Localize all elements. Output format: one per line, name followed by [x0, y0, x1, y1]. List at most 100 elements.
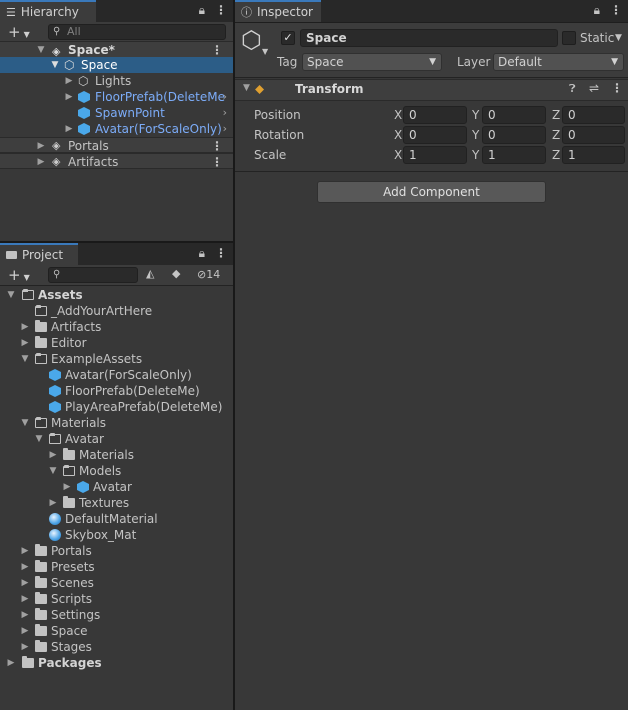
project-item-models[interactable]: ▼ Models	[0, 463, 233, 479]
more-options-icon[interactable]: ⋮	[215, 3, 227, 18]
project-item-floorprefab[interactable]: FloorPrefab(DeleteMe)	[0, 383, 233, 399]
position-z-field[interactable]: 0	[562, 106, 625, 124]
hierarchy-item-spawnpoint[interactable]: SpawnPoint ›	[0, 105, 233, 121]
expand-arrow-icon[interactable]: ▼	[48, 463, 58, 479]
expand-arrow-icon[interactable]: ▼	[50, 57, 60, 73]
component-menu-icon[interactable]: ⋮	[611, 81, 623, 95]
expand-arrow-icon[interactable]: ▶	[36, 154, 46, 170]
tab-hierarchy[interactable]: ☰ Hierarchy	[0, 0, 96, 22]
lock-icon[interactable]: 🔒︎	[199, 3, 205, 18]
project-item-materials-avatar[interactable]: ▼ Avatar	[0, 431, 233, 447]
icon-dropdown-arrow[interactable]: ▼	[262, 47, 268, 56]
project-item-settings[interactable]: ▶ Settings	[0, 607, 233, 623]
chevron-right-icon[interactable]: ›	[223, 89, 227, 105]
expand-arrow-icon[interactable]: ▶	[20, 335, 30, 351]
lock-icon[interactable]: 🔒︎	[199, 246, 205, 261]
project-item-textures[interactable]: ▶ Textures	[0, 495, 233, 511]
project-item-avatar-prefab[interactable]: Avatar(ForScaleOnly)	[0, 367, 233, 383]
rotation-z-field[interactable]: 0	[562, 126, 625, 144]
expand-arrow-icon[interactable]: ▶	[64, 89, 74, 105]
rotation-y-field[interactable]: 0	[482, 126, 546, 144]
expand-arrow-icon[interactable]: ▶	[48, 447, 58, 463]
hierarchy-item-floorprefab[interactable]: ▶ FloorPrefab(DeleteMe ›	[0, 89, 233, 105]
axis-x-label[interactable]: X	[394, 108, 402, 122]
project-item-packages[interactable]: ▶ Packages	[0, 655, 233, 671]
expand-arrow-icon[interactable]: ▶	[20, 319, 30, 335]
project-search-input[interactable]: ⚲	[48, 267, 138, 283]
scene-row-artifacts[interactable]: ▶ ◈ Artifacts ⋮	[0, 153, 233, 169]
axis-y-label[interactable]: Y	[472, 128, 479, 142]
scale-z-field[interactable]: 1	[562, 146, 625, 164]
chevron-right-icon[interactable]: ›	[223, 105, 227, 121]
filter-by-type-icon[interactable]: ◭	[146, 267, 154, 280]
hierarchy-item-space[interactable]: ▼ ⬡ Space	[0, 57, 233, 73]
axis-x-label[interactable]: X	[394, 148, 402, 162]
static-checkbox[interactable]	[562, 31, 576, 45]
project-item-portals[interactable]: ▶ Portals	[0, 543, 233, 559]
project-item-defaultmaterial[interactable]: DefaultMaterial	[0, 511, 233, 527]
hierarchy-item-lights[interactable]: ▶ ⬡ Lights	[0, 73, 233, 89]
active-checkbox[interactable]: ✓	[281, 31, 295, 45]
axis-x-label[interactable]: X	[394, 128, 402, 142]
axis-y-label[interactable]: Y	[472, 148, 479, 162]
more-options-icon[interactable]: ⋮	[610, 3, 622, 18]
filter-by-label-icon[interactable]: ◆	[172, 267, 180, 280]
project-item-avatar-model[interactable]: ▶ Avatar	[0, 479, 233, 495]
expand-arrow-icon[interactable]: ▶	[48, 495, 58, 511]
add-component-button[interactable]: Add Component	[317, 181, 546, 203]
tab-inspector[interactable]: ⓘ Inspector	[235, 0, 321, 22]
expand-arrow-icon[interactable]: ▶	[20, 623, 30, 639]
project-item-scenes[interactable]: ▶ Scenes	[0, 575, 233, 591]
more-options-icon[interactable]: ⋮	[215, 246, 227, 261]
gameobject-cube-icon[interactable]: ⬡	[241, 27, 262, 53]
static-dropdown-arrow[interactable]: ▼	[615, 33, 622, 43]
position-y-field[interactable]: 0	[482, 106, 546, 124]
object-name-field[interactable]: Space	[300, 29, 558, 47]
foldout-arrow-icon[interactable]: ▼	[243, 83, 250, 93]
rotation-x-field[interactable]: 0	[403, 126, 467, 144]
project-item-presets[interactable]: ▶ Presets	[0, 559, 233, 575]
expand-arrow-icon[interactable]: ▼	[20, 415, 30, 431]
expand-arrow-icon[interactable]: ▼	[34, 431, 44, 447]
create-asset-button[interactable]: + ▼	[8, 265, 30, 288]
project-item-scripts[interactable]: ▶ Scripts	[0, 591, 233, 607]
expand-arrow-icon[interactable]: ▶	[20, 543, 30, 559]
project-item-assets[interactable]: ▼ Assets	[0, 287, 233, 303]
expand-arrow-icon[interactable]: ▶	[64, 73, 74, 89]
tag-dropdown[interactable]: Space ▼	[302, 53, 442, 71]
tab-project[interactable]: Project	[0, 243, 78, 265]
hierarchy-search-input[interactable]: ⚲ All	[48, 24, 226, 40]
scale-x-field[interactable]: 1	[403, 146, 467, 164]
axis-z-label[interactable]: Z	[552, 148, 560, 162]
expand-arrow-icon[interactable]: ▶	[20, 607, 30, 623]
expand-arrow-icon[interactable]: ▼	[6, 287, 16, 303]
scene-menu-icon[interactable]: ⋮	[211, 154, 223, 170]
axis-z-label[interactable]: Z	[552, 108, 560, 122]
layer-dropdown[interactable]: Default ▼	[493, 53, 624, 71]
expand-arrow-icon[interactable]: ▶	[6, 655, 16, 671]
project-item-artifacts[interactable]: ▶ Artifacts	[0, 319, 233, 335]
expand-arrow-icon[interactable]: ▶	[20, 575, 30, 591]
expand-arrow-icon[interactable]: ▼	[36, 42, 46, 58]
expand-arrow-icon[interactable]: ▼	[20, 351, 30, 367]
expand-arrow-icon[interactable]: ▶	[64, 121, 74, 137]
project-item-skybox-mat[interactable]: Skybox_Mat	[0, 527, 233, 543]
project-item-playareaprefab[interactable]: PlayAreaPrefab(DeleteMe)	[0, 399, 233, 415]
transform-header[interactable]: ▼ ⬥ Transform ❓︎ ⇌ ⋮	[235, 79, 628, 101]
chevron-right-icon[interactable]: ›	[223, 121, 227, 137]
scene-row-space[interactable]: ▼ ◈ Space* ⋮	[0, 41, 233, 58]
expand-arrow-icon[interactable]: ▶	[36, 138, 46, 154]
expand-arrow-icon[interactable]: ▶	[20, 559, 30, 575]
scene-menu-icon[interactable]: ⋮	[211, 138, 223, 154]
axis-y-label[interactable]: Y	[472, 108, 479, 122]
project-item-editor[interactable]: ▶ Editor	[0, 335, 233, 351]
expand-arrow-icon[interactable]: ▶	[20, 639, 30, 655]
scene-row-portals[interactable]: ▶ ◈ Portals ⋮	[0, 137, 233, 153]
project-item-materials[interactable]: ▼ Materials	[0, 415, 233, 431]
project-item-addyourarthere[interactable]: _AddYourArtHere	[0, 303, 233, 319]
scale-y-field[interactable]: 1	[482, 146, 546, 164]
project-item-exampleassets[interactable]: ▼ ExampleAssets	[0, 351, 233, 367]
presets-icon[interactable]: ⇌	[589, 81, 599, 95]
axis-z-label[interactable]: Z	[552, 128, 560, 142]
position-x-field[interactable]: 0	[403, 106, 467, 124]
